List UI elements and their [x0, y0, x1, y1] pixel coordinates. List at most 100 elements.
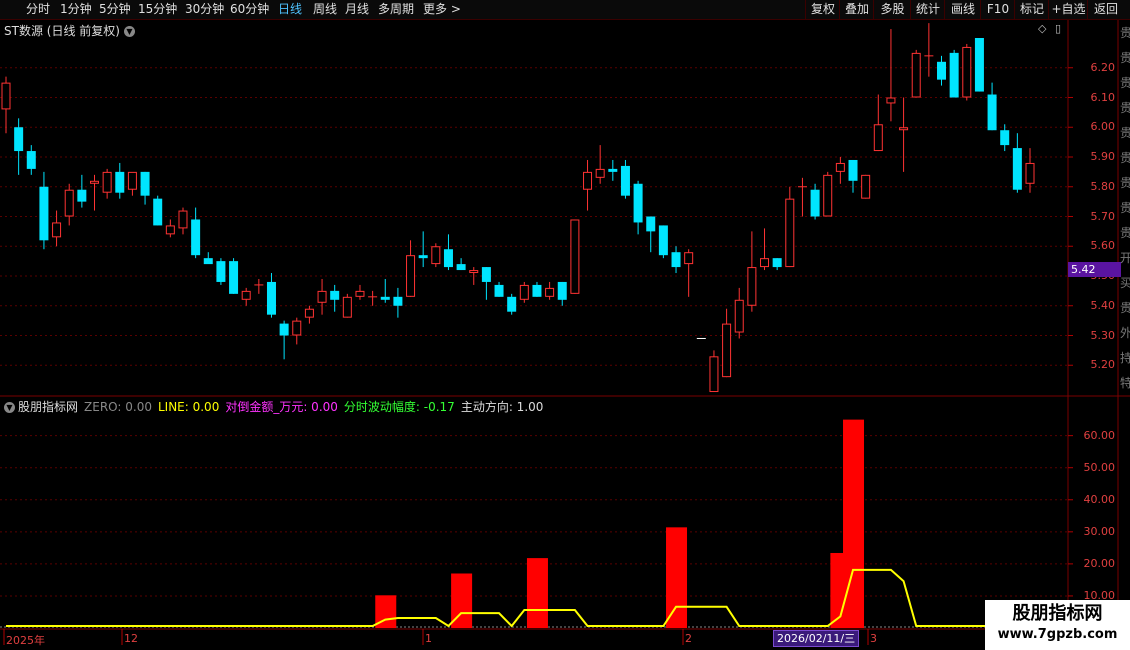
- candle-body: [608, 168, 618, 172]
- side-char: 贵: [1120, 126, 1130, 140]
- price-tick-label: 6.00: [1090, 120, 1116, 134]
- price-tick-label: 5.90: [1090, 150, 1116, 163]
- price-tick-label: 5.80: [1090, 179, 1116, 193]
- indicator-tick-label: 20.00: [1083, 556, 1116, 570]
- indicator-tick-label: 40.00: [1083, 492, 1116, 506]
- candle-body: [26, 151, 36, 169]
- candle-body: [823, 174, 833, 217]
- candle-body: [481, 267, 491, 282]
- candle-body: [557, 281, 567, 300]
- price-tick-label: 6.20: [1090, 60, 1116, 74]
- candle-body: [443, 249, 453, 268]
- candlestick-chart: [0, 20, 1130, 650]
- date-label: 2025年: [6, 634, 45, 647]
- candle-body: [165, 225, 175, 235]
- side-char: 贵: [1120, 301, 1130, 315]
- candle-body: [153, 198, 163, 226]
- candle-body: [519, 284, 529, 300]
- candle-body: [583, 171, 593, 190]
- candle-body: [937, 61, 947, 80]
- candle-body: [380, 296, 390, 300]
- candle-body: [747, 267, 757, 306]
- watermark-url: www.7gpzb.com: [997, 627, 1118, 642]
- candle-body: [191, 219, 201, 256]
- chevron-down-icon[interactable]: ▼: [4, 402, 15, 413]
- side-char: 贵: [1120, 51, 1130, 65]
- candle-body: [962, 46, 972, 98]
- price-tick-label: 5.20: [1090, 358, 1116, 372]
- candle-body: [722, 323, 732, 378]
- candle-body: [646, 216, 656, 232]
- indicator-bar: [666, 527, 688, 628]
- candle-body: [342, 296, 352, 318]
- candle-body: [115, 171, 125, 193]
- indicator-tick-label: 30.00: [1083, 524, 1116, 538]
- price-tick-label: 5.70: [1090, 209, 1116, 223]
- candle-body: [229, 261, 239, 294]
- indicator-bar: [526, 558, 548, 628]
- indicator-legend: ▼ 股朋指标网 ZERO: 0.00 LINE: 0.00 对倒金额_万元: 0.00 分…: [4, 398, 549, 415]
- candle-body: [810, 189, 820, 217]
- candle-body: [1012, 148, 1022, 190]
- candle-body: [127, 171, 137, 190]
- candle-body: [570, 219, 580, 294]
- candle-body: [595, 168, 605, 178]
- candle-body: [684, 252, 694, 265]
- indicator-tick-label: 50.00: [1083, 460, 1116, 474]
- side-char: 买: [1120, 276, 1130, 290]
- candle-body: [507, 296, 517, 312]
- candle-body: [545, 287, 555, 297]
- candle-body: [532, 284, 542, 297]
- candle-body: [734, 299, 744, 333]
- current-price-tag: 5.42: [1068, 262, 1121, 277]
- candle-body: [987, 94, 997, 131]
- candle-body: [760, 258, 770, 268]
- candle-body: [1000, 130, 1010, 146]
- candle-body: [178, 210, 188, 229]
- candle-body: [279, 323, 289, 336]
- candle-body: [658, 225, 668, 256]
- side-char: 贵: [1120, 176, 1130, 190]
- candle-body: [266, 281, 276, 315]
- candle-body: [203, 258, 213, 265]
- candle-body: [241, 290, 251, 300]
- watermark: 股朋指标网 www.7gpzb.com: [985, 600, 1130, 650]
- date-label: 2: [685, 632, 692, 645]
- side-char: 贵: [1120, 151, 1130, 165]
- candle-body: [14, 127, 24, 152]
- indicator-name: 股朋指标网: [18, 400, 79, 414]
- candle-body: [140, 171, 150, 196]
- price-tick-label: 5.60: [1090, 239, 1116, 253]
- legend-item-1: LINE: 0.00: [157, 400, 220, 414]
- candle-body: [886, 97, 896, 104]
- candle-body: [216, 261, 226, 282]
- candle-body: [873, 124, 883, 152]
- candle-body: [974, 38, 984, 92]
- indicator-line: [6, 568, 1030, 628]
- date-label: 3: [870, 632, 877, 645]
- candle-body: [102, 171, 112, 193]
- candle-body: [633, 183, 643, 223]
- candle-body: [835, 162, 845, 172]
- price-tick-label: 6.10: [1090, 90, 1116, 104]
- candle-body: [355, 290, 365, 297]
- side-char: 持: [1120, 351, 1130, 365]
- legend-item-4: 主动方向: 1.00: [460, 400, 544, 414]
- candle-body: [89, 180, 99, 184]
- legend-item-0: ZERO: 0.00: [84, 400, 152, 414]
- side-char: 特: [1120, 376, 1130, 390]
- date-label: 1: [425, 632, 432, 645]
- side-char: 贵: [1120, 101, 1130, 115]
- candle-body: [709, 356, 719, 393]
- candle-body: [861, 174, 871, 199]
- legend-item-3: 分时波动幅度: -0.17: [343, 400, 455, 414]
- price-tick-label: 5.40: [1090, 298, 1116, 312]
- candle-body: [39, 186, 49, 241]
- legend-item-2: 对倒金额_万元: 0.00: [225, 400, 338, 414]
- candle-body: [1, 82, 11, 110]
- side-char: 开: [1120, 251, 1130, 265]
- candle-body: [785, 198, 795, 268]
- candle-body: [52, 222, 62, 238]
- candle-body: [772, 258, 782, 268]
- candle-body: [494, 284, 504, 297]
